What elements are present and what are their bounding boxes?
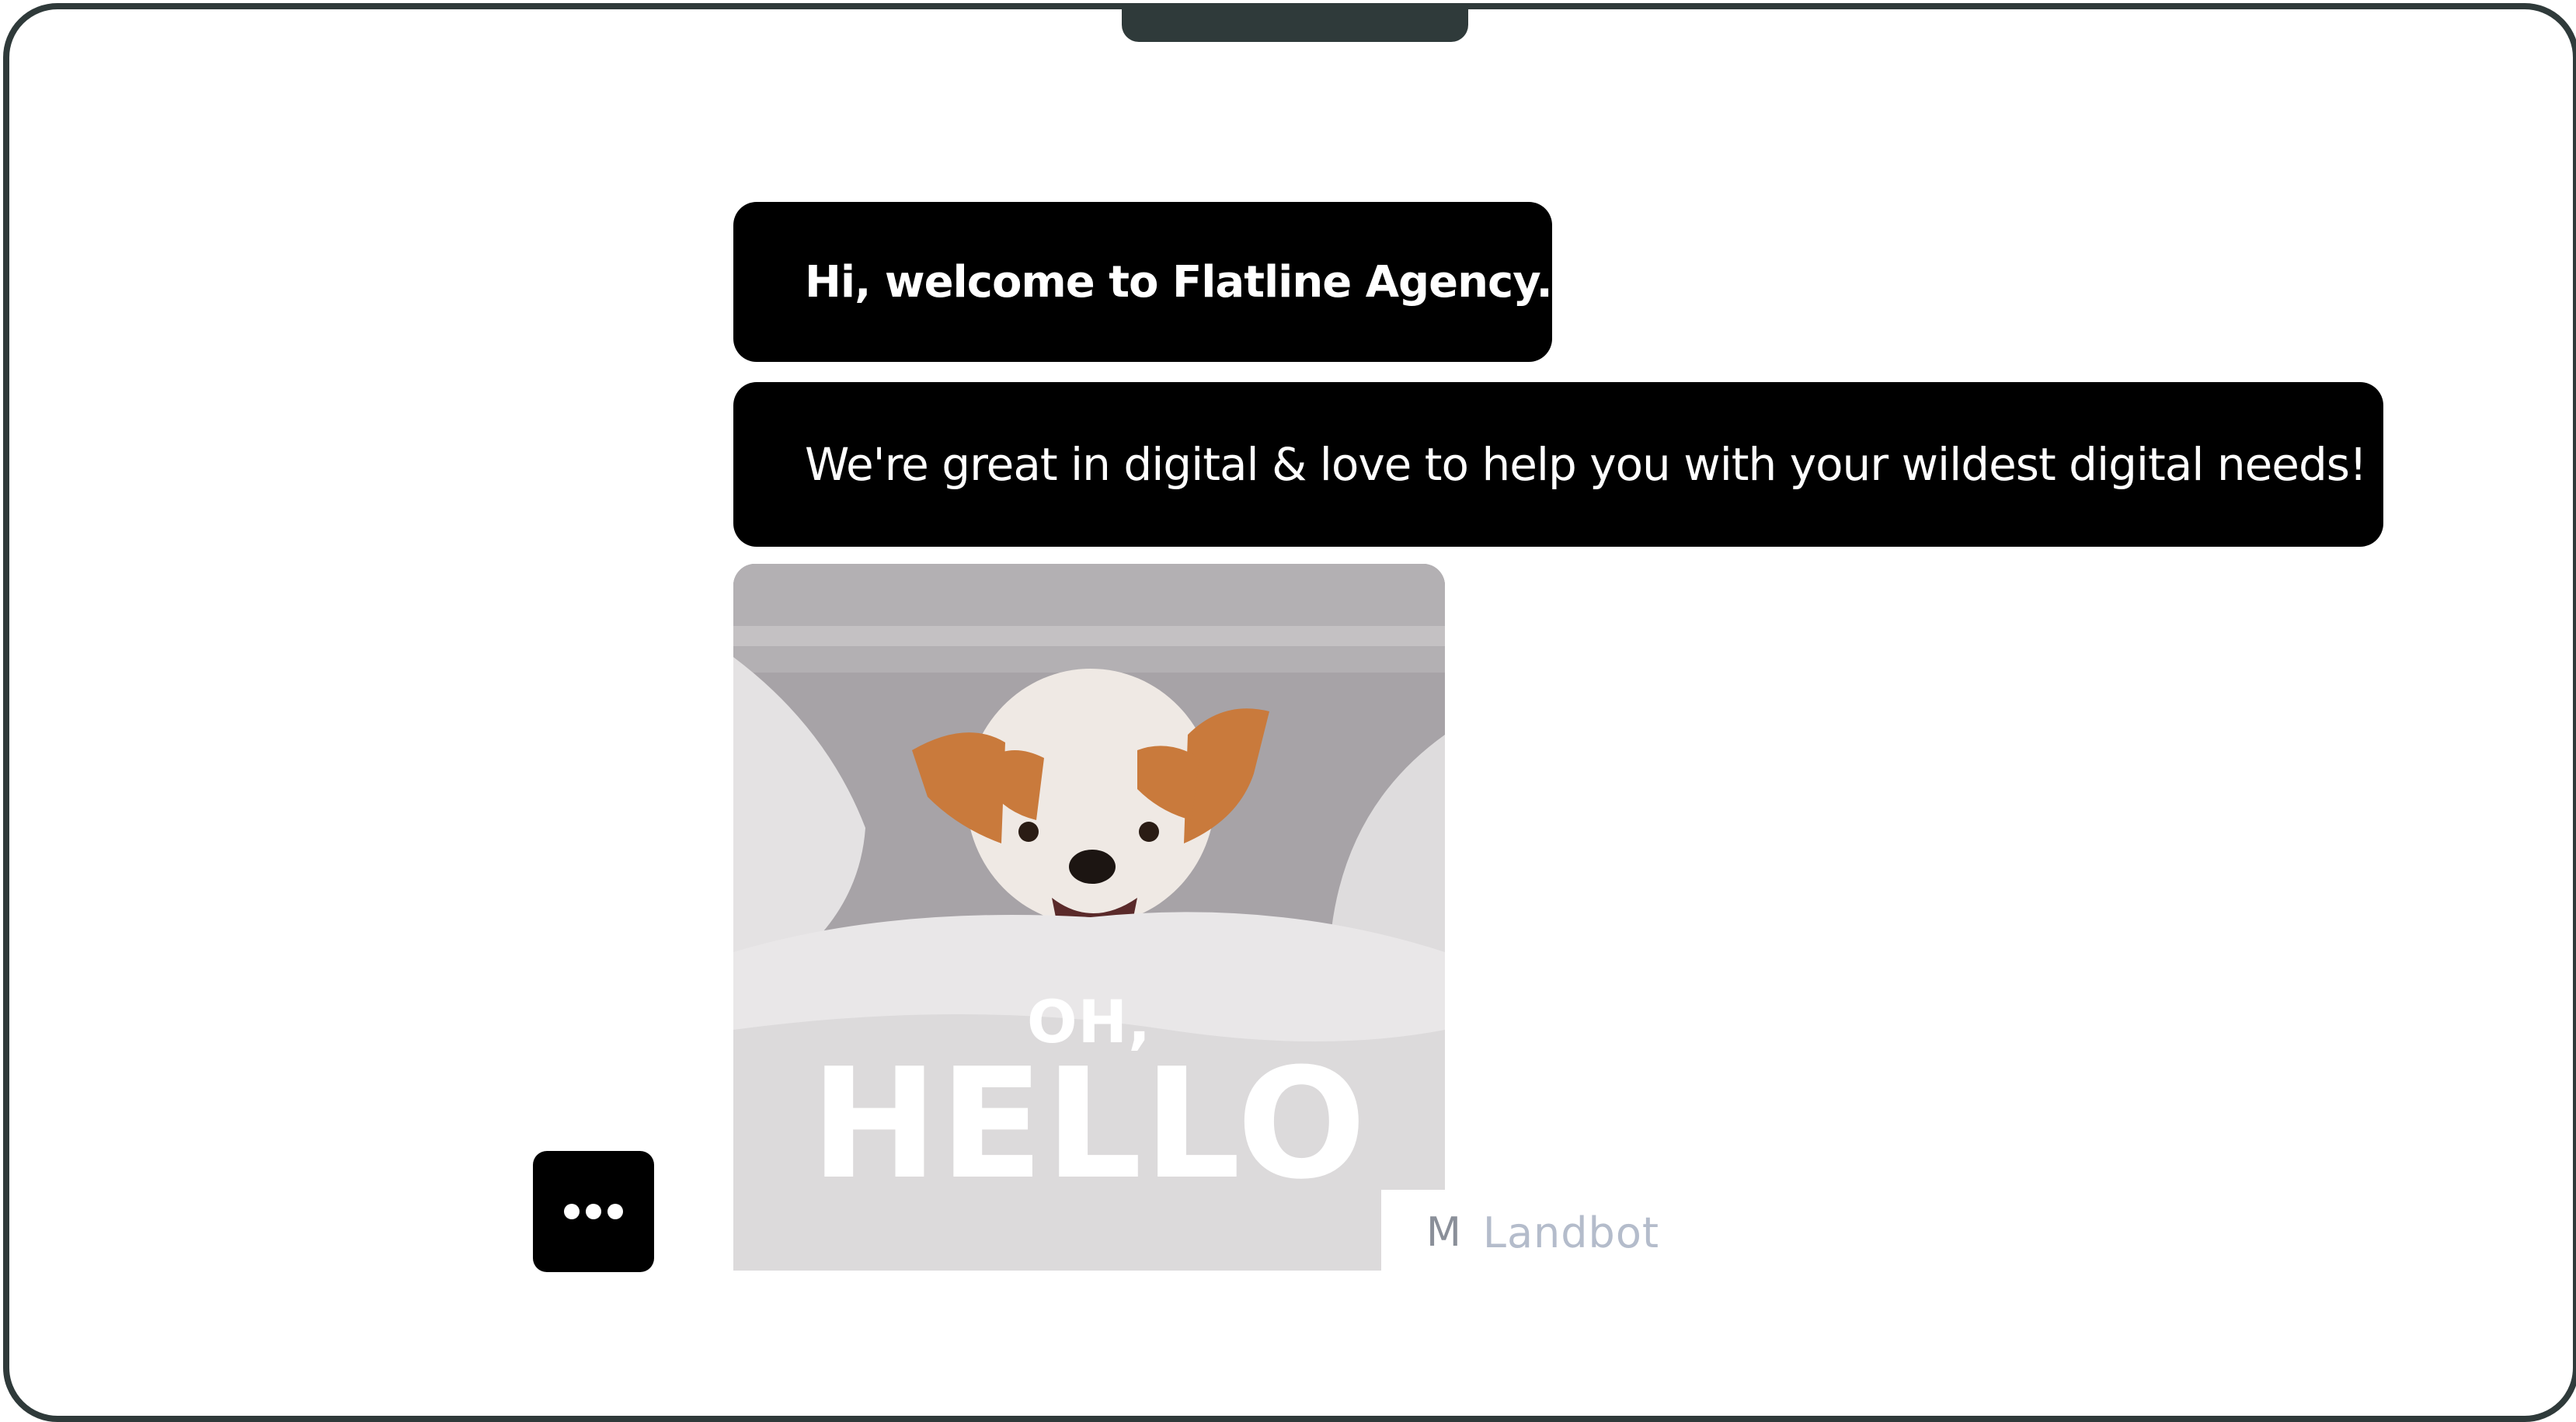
bot-message-welcome: Hi, welcome to Flatline Agency. xyxy=(733,202,1553,362)
device-frame: Hi, welcome to Flatline Agency. We're gr… xyxy=(3,3,2576,1422)
message-text: We're great in digital & love to help yo… xyxy=(805,438,2367,491)
typing-dot xyxy=(564,1204,580,1219)
landbot-branding[interactable]: M Landbot xyxy=(1381,1190,1847,1275)
typing-indicator-avatar xyxy=(533,1151,654,1272)
dog-hello-gif: OH, HELLO xyxy=(733,564,1445,1271)
bot-message-intro: We're great in digital & love to help yo… xyxy=(733,382,2383,547)
landbot-logo-text: Landbot xyxy=(1482,1208,1660,1257)
typing-dot xyxy=(607,1204,623,1219)
typing-dot xyxy=(586,1204,601,1219)
message-text: Hi, welcome to Flatline Agency. xyxy=(805,256,1553,308)
gif-caption-big: HELLO xyxy=(810,1036,1368,1213)
branding-prefix: M xyxy=(1426,1209,1461,1256)
device-notch xyxy=(1122,9,1468,42)
